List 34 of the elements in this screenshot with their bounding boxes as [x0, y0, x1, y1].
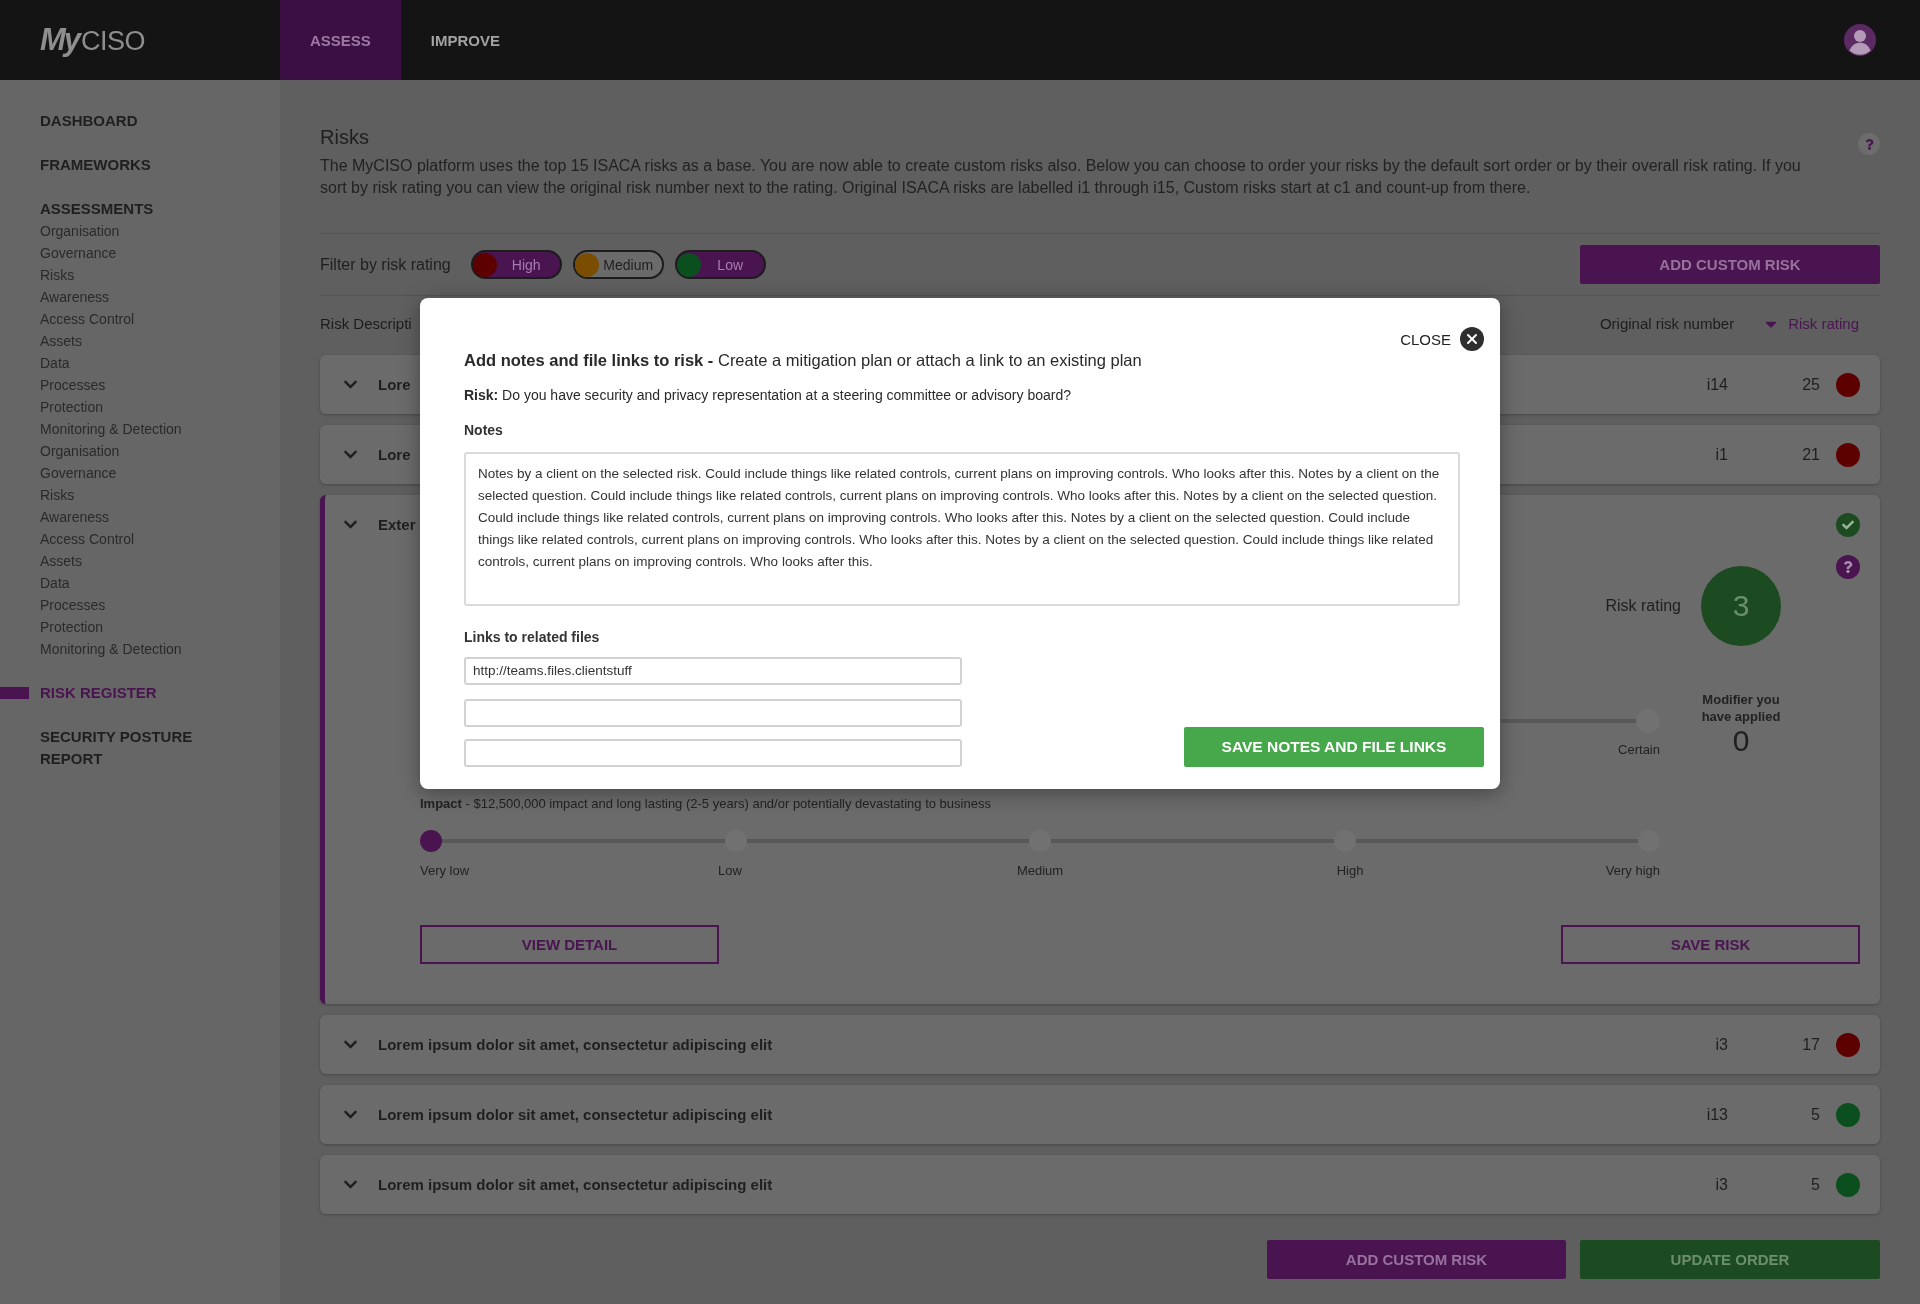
risk-title: Exter: [378, 516, 416, 533]
page-description: The MyCISO platform uses the top 15 ISACA risks as a base. You are now able to create custom risks also. Below you can choose to order your risks by the default sort order or by their overall risk rating. If you sort by risk rating you can view the original risk number next to the rating. Original ISACA risks are labelled i1 through i15, Custom risks start at c1 and count-up from there.: [320, 156, 1802, 198]
slider-label: Medium: [1016, 862, 1064, 880]
page-title: Risks: [320, 125, 370, 150]
risk-number: i14: [1706, 375, 1728, 394]
modifier-value: 0: [1732, 725, 1750, 757]
risk-title: Lore: [378, 376, 411, 393]
slider-label: High: [1336, 862, 1364, 880]
risk-title: Lorem ipsum dolor sit amet, consectetur adipiscing elit: [378, 1036, 773, 1053]
risk-rating-badge: 3: [1701, 566, 1781, 646]
risk-title: Lorem ipsum dolor sit amet, consectetur adipiscing elit: [378, 1176, 773, 1193]
impact-text: Impact - $12,500,000 impact and long lasting (2-5 years) and/or potentially devastating to business: [420, 795, 992, 813]
risk-question: Risk: Do you have security and privacy representation at a steering committee or advisory board?: [464, 386, 1072, 405]
slider-label: Very high: [1605, 862, 1660, 880]
risk-number: i3: [1715, 1175, 1728, 1194]
slider-label: Very low: [420, 862, 470, 880]
slider-label: Low: [718, 862, 742, 880]
risk-score: 5: [1810, 1175, 1820, 1194]
modal-title: Add notes and file links to risk - Create a mitigation plan or attach a link to an existing plan: [464, 350, 1142, 371]
risk-number: i13: [1706, 1105, 1728, 1124]
filter-label: Filter by risk rating: [320, 255, 451, 274]
risk-number: i3: [1715, 1035, 1728, 1054]
modifier-label: Modifier you have applied: [1700, 691, 1782, 725]
risk-number: i1: [1715, 445, 1728, 464]
slider-label: Certain: [1618, 741, 1660, 759]
risk-rating-label: Risk rating: [1605, 596, 1681, 616]
risk-score: 5: [1810, 1105, 1820, 1124]
risk-title: Lore: [378, 446, 411, 463]
risk-score: 25: [1801, 375, 1820, 394]
risk-score: 17: [1801, 1035, 1820, 1054]
field-label: Notes: [464, 421, 503, 440]
risk-title: Lorem ipsum dolor sit amet, consectetur adipiscing elit: [378, 1106, 773, 1123]
field-label: Links to related files: [464, 628, 600, 647]
risk-score: 21: [1801, 445, 1820, 464]
